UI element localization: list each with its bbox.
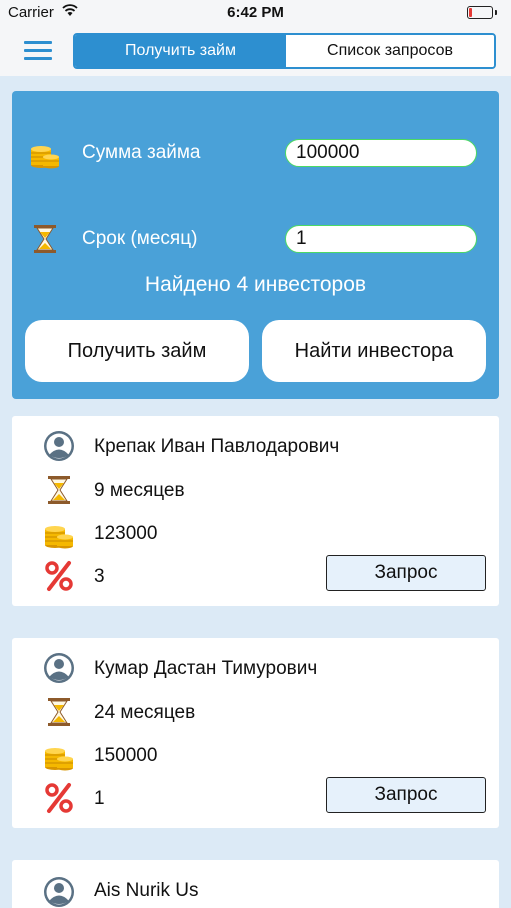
nav-bar: Получить займ Список запросов xyxy=(0,26,511,76)
coins-icon xyxy=(45,526,73,549)
request-button[interactable]: Запрос xyxy=(326,777,486,813)
battery-icon xyxy=(467,6,493,19)
loan-form-panel: Сумма займа Срок (месяц) Найдено 4 инвес… xyxy=(12,91,499,399)
found-investors-text: Найдено 4 инвесторов xyxy=(144,273,367,296)
user-avatar-icon xyxy=(44,431,74,461)
segmented-control: Получить займ Список запросов xyxy=(73,33,496,69)
investor-rate: 1 xyxy=(94,788,105,809)
investor-name: Ais Nurik Us xyxy=(94,880,199,901)
menu-icon[interactable] xyxy=(24,38,54,64)
investor-name: Кумар Дастан Тимурович xyxy=(94,658,318,679)
request-button[interactable]: Запрос xyxy=(326,555,486,591)
percent-icon xyxy=(45,783,73,813)
user-avatar-icon xyxy=(44,653,74,683)
investor-amount: 150000 xyxy=(94,745,158,766)
investor-card: Ais Nurik Us xyxy=(12,860,499,908)
status-bar: Carrier 6:42 PM xyxy=(0,0,511,26)
investor-term: 9 месяцев xyxy=(94,480,185,501)
investor-term: 24 месяцев xyxy=(94,702,196,723)
investor-name: Крепак Иван Павлодарович xyxy=(94,436,340,457)
hourglass-icon xyxy=(34,225,56,253)
battery-tip xyxy=(495,10,497,15)
hourglass-icon xyxy=(48,698,70,726)
investor-card: Кумар Дастан Тимурович 24 месяцев 150000… xyxy=(12,638,499,828)
coins-icon xyxy=(45,748,73,771)
tab-request-list[interactable]: Список запросов xyxy=(286,35,494,67)
amount-label: Сумма займа xyxy=(82,142,201,163)
percent-icon xyxy=(45,561,73,591)
tab-get-loan[interactable]: Получить займ xyxy=(75,35,286,67)
investor-card: Крепак Иван Павлодарович 9 месяцев 12300… xyxy=(12,416,499,606)
coins-icon xyxy=(31,146,59,169)
get-loan-button[interactable]: Получить займ xyxy=(25,320,249,382)
find-investor-button[interactable]: Найти инвестора xyxy=(262,320,486,382)
amount-input[interactable] xyxy=(285,139,477,167)
hourglass-icon xyxy=(48,476,70,504)
user-avatar-icon xyxy=(44,877,74,907)
clock: 6:42 PM xyxy=(227,4,284,21)
term-input[interactable] xyxy=(285,225,477,253)
term-label: Срок (месяц) xyxy=(82,228,198,249)
investor-rate: 3 xyxy=(94,566,105,587)
investor-amount: 123000 xyxy=(94,523,158,544)
